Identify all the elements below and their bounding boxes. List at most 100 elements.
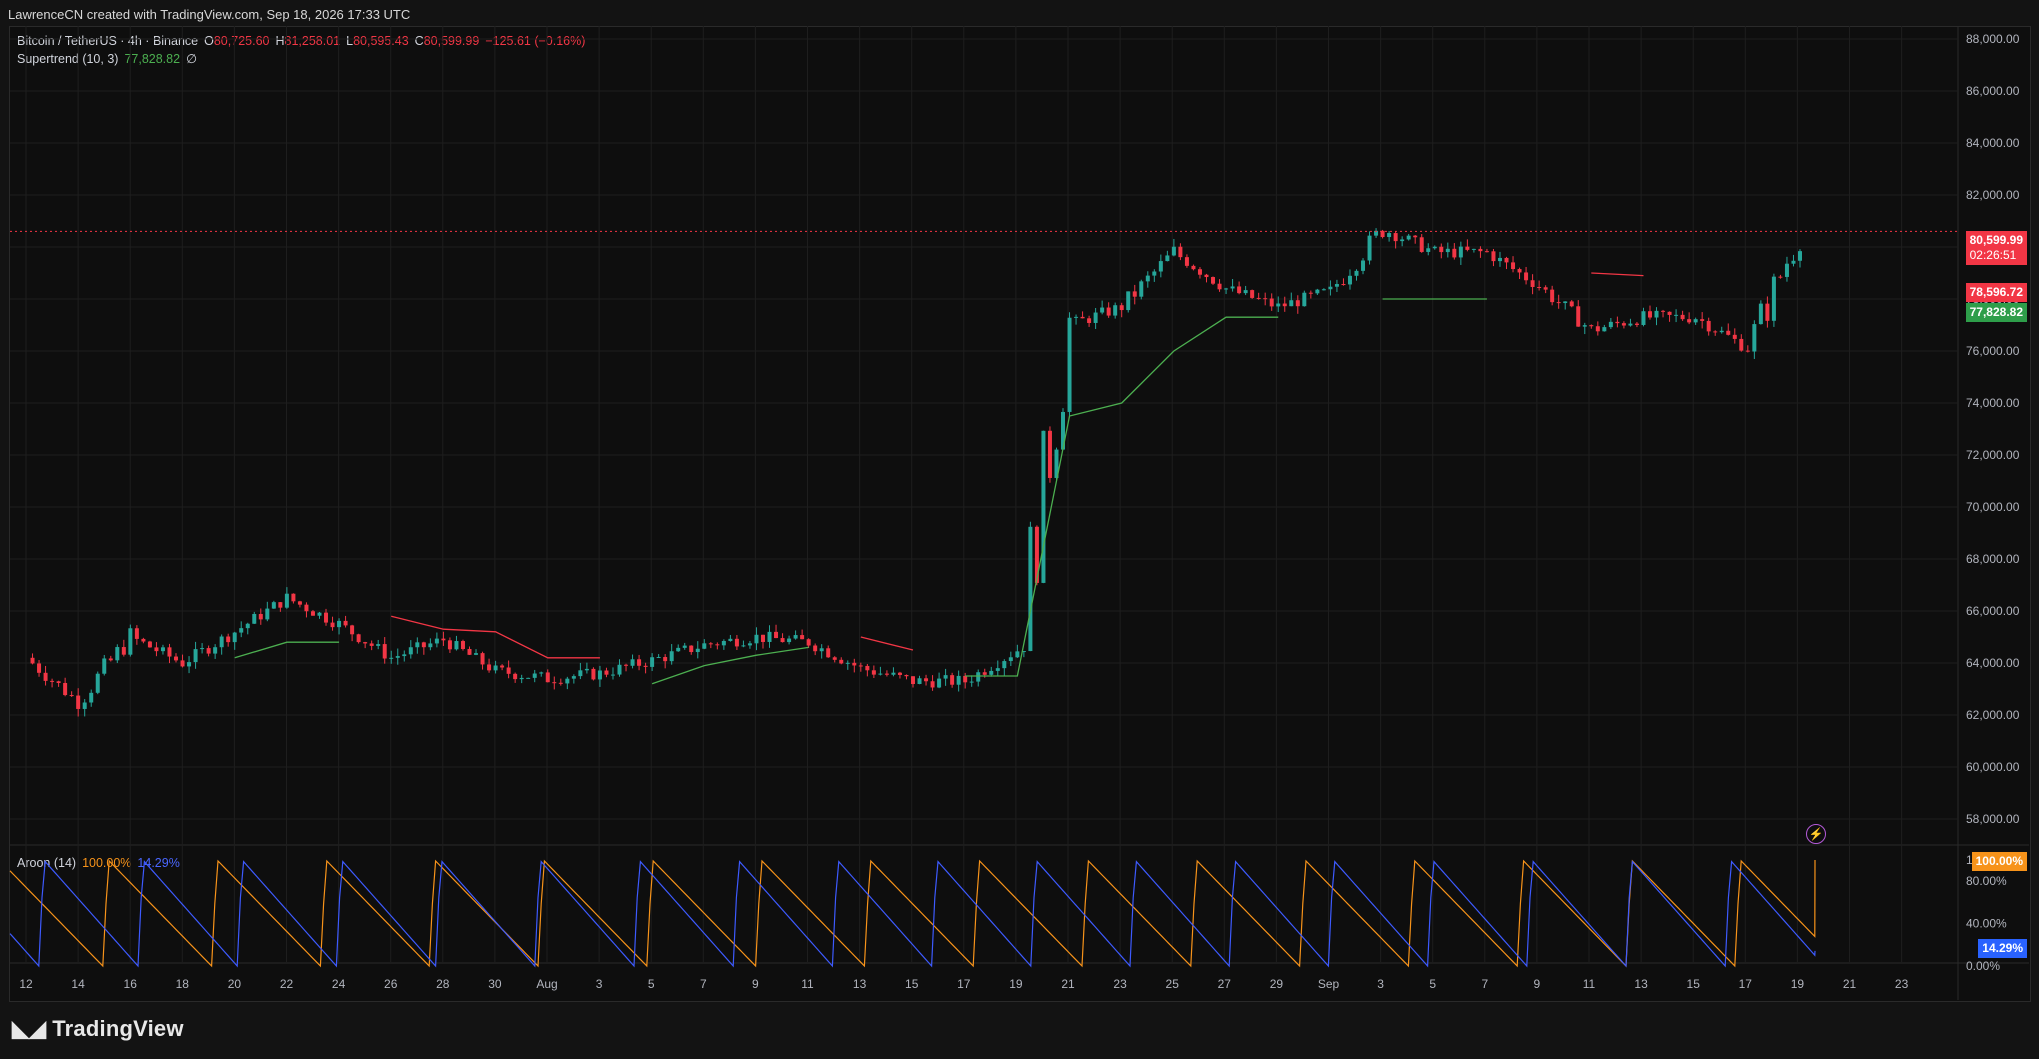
candle-body bbox=[1667, 311, 1672, 315]
candle-body bbox=[780, 638, 785, 643]
candle-body bbox=[1302, 292, 1307, 307]
candle-body bbox=[1289, 300, 1294, 307]
x-tick-label: 3 bbox=[1377, 977, 1384, 991]
candle-body bbox=[1113, 305, 1118, 316]
x-tick-label: 7 bbox=[700, 977, 707, 991]
candle-body bbox=[69, 695, 74, 697]
candle-body bbox=[337, 620, 342, 628]
candle-body bbox=[291, 593, 296, 602]
candle-body bbox=[1687, 319, 1692, 323]
candle-body bbox=[1269, 298, 1274, 307]
candle-body bbox=[1008, 657, 1013, 662]
candle-body bbox=[891, 672, 896, 675]
candle-body bbox=[637, 659, 642, 666]
brand-name: TradingView bbox=[52, 1016, 184, 1041]
candle-body bbox=[917, 678, 922, 685]
candle-body bbox=[447, 640, 452, 650]
x-tick-label: 28 bbox=[436, 977, 450, 991]
price-chart-svg[interactable]: 88,000.0086,000.0084,000.0082,000.0080,0… bbox=[0, 0, 2039, 1059]
tradingview-logo-icon: ◣◢ bbox=[12, 1016, 47, 1041]
candle-body bbox=[160, 647, 165, 652]
candle-body bbox=[1537, 286, 1542, 288]
candle-body bbox=[1067, 317, 1072, 412]
candle-body bbox=[1784, 263, 1789, 277]
candle-body bbox=[545, 672, 550, 683]
candle-body bbox=[708, 643, 713, 645]
candle-body bbox=[1798, 251, 1802, 261]
candle-body bbox=[310, 611, 315, 616]
candle-body bbox=[1204, 274, 1209, 278]
candle-body bbox=[232, 632, 237, 643]
candle-body bbox=[1224, 288, 1229, 290]
x-tick-label: 20 bbox=[228, 977, 242, 991]
y-tick-label: 70,000.00 bbox=[1966, 500, 2020, 514]
x-tick-label: 26 bbox=[384, 977, 398, 991]
x-tick-label: 21 bbox=[1843, 977, 1857, 991]
candle-body bbox=[134, 628, 139, 639]
candle-body bbox=[174, 656, 179, 661]
y-tick-label: 84,000.00 bbox=[1966, 136, 2020, 150]
candle-body bbox=[395, 656, 400, 658]
candle-body bbox=[1237, 286, 1242, 294]
supertrend-up-line bbox=[235, 299, 1800, 684]
candle-body bbox=[115, 647, 120, 661]
candle-body bbox=[630, 659, 635, 666]
candle-body bbox=[1315, 289, 1320, 294]
candle-body bbox=[297, 601, 302, 605]
aroon-down-line bbox=[9, 860, 1816, 968]
candle-body bbox=[1367, 235, 1372, 261]
candle-body bbox=[1582, 325, 1587, 327]
candle-body bbox=[897, 672, 902, 675]
x-tick-label: 14 bbox=[71, 977, 85, 991]
candle-body bbox=[1132, 291, 1137, 297]
flash-icon[interactable]: ⚡ bbox=[1806, 824, 1826, 844]
candle-body bbox=[415, 642, 420, 648]
candle-body bbox=[1550, 289, 1555, 303]
candle-body bbox=[95, 673, 100, 693]
candle-body bbox=[539, 672, 544, 674]
x-tick-label: 9 bbox=[752, 977, 759, 991]
candle-body bbox=[278, 602, 283, 608]
candle-body bbox=[82, 702, 87, 709]
candle-body bbox=[1341, 284, 1346, 286]
candle-body bbox=[1250, 290, 1255, 298]
candle-body bbox=[213, 647, 218, 654]
candle-body bbox=[930, 681, 935, 688]
tradingview-brand[interactable]: ◣◢ TradingView bbox=[12, 1016, 184, 1042]
candle-body bbox=[1028, 526, 1033, 652]
candle-body bbox=[1256, 297, 1261, 299]
candle-body bbox=[526, 677, 531, 679]
y-tick-label: 60,000.00 bbox=[1966, 760, 2020, 774]
candle-body bbox=[695, 648, 700, 653]
candle-body bbox=[1706, 320, 1711, 332]
candle-body bbox=[884, 673, 889, 675]
y-tick-label: 76,000.00 bbox=[1966, 344, 2020, 358]
candle-body bbox=[669, 651, 674, 662]
aroon-tick-label: 40.00% bbox=[1966, 917, 2007, 931]
candle-body bbox=[245, 623, 250, 629]
candle-body bbox=[1308, 292, 1313, 294]
candle-body bbox=[774, 631, 779, 639]
candle-body bbox=[839, 659, 844, 664]
y-tick-label: 68,000.00 bbox=[1966, 552, 2020, 566]
x-tick-label: 24 bbox=[332, 977, 346, 991]
candle-body bbox=[1041, 430, 1046, 583]
candle-body bbox=[454, 641, 459, 650]
candle-body bbox=[1211, 277, 1216, 284]
candle-body bbox=[1634, 323, 1639, 325]
x-tick-label: 15 bbox=[1687, 977, 1701, 991]
candle-body bbox=[995, 668, 1000, 671]
candle-body bbox=[154, 647, 159, 652]
x-tick-label: Aug bbox=[536, 977, 557, 991]
candle-body bbox=[193, 649, 198, 663]
candle-body bbox=[1145, 275, 1150, 282]
candle-body bbox=[1478, 248, 1483, 252]
x-tick-label: 13 bbox=[853, 977, 867, 991]
candle-body bbox=[187, 662, 192, 667]
y-tick-label: 64,000.00 bbox=[1966, 656, 2020, 670]
x-tick-label: 29 bbox=[1270, 977, 1284, 991]
candle-body bbox=[604, 670, 609, 675]
candle-body bbox=[317, 612, 322, 616]
candle-body bbox=[1354, 270, 1359, 276]
x-tick-label: 11 bbox=[1583, 977, 1596, 991]
